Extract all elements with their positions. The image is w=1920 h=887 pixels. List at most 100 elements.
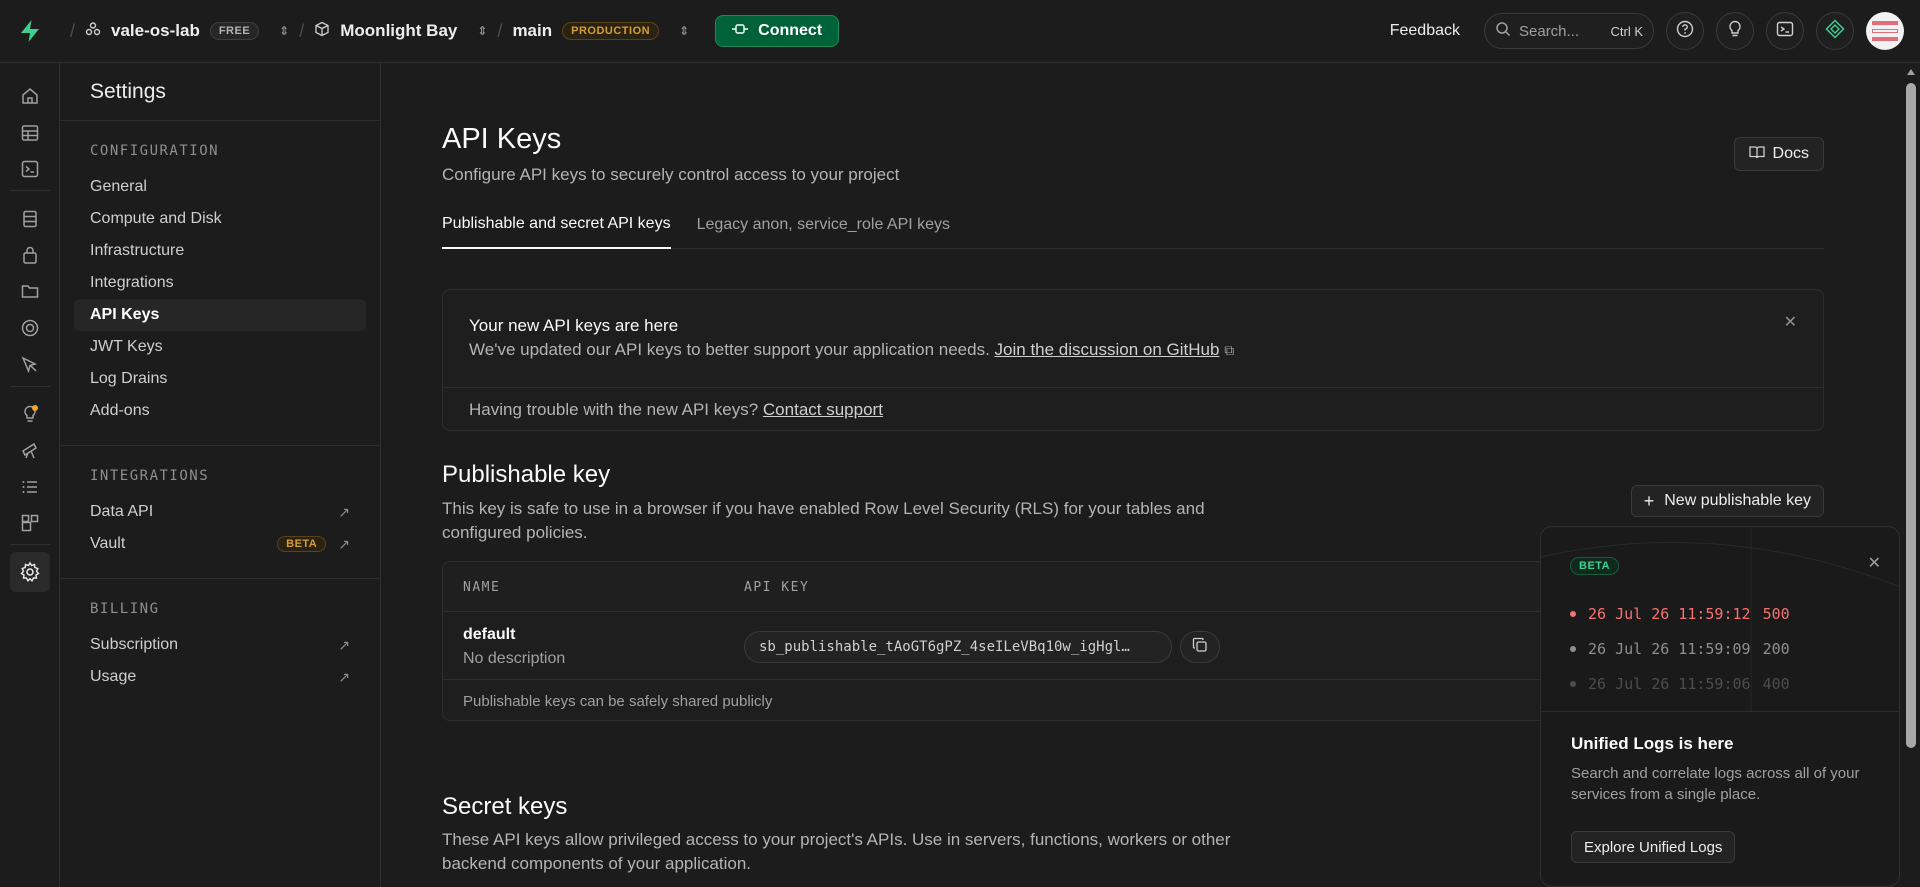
- sidebar-item-data-api[interactable]: Data API ↗: [74, 496, 366, 528]
- log-status: 200: [1762, 640, 1790, 658]
- notice-text: We've updated our API keys to better sup…: [469, 340, 1234, 360]
- sidebar-item-general[interactable]: General: [74, 171, 366, 203]
- book-icon: [1748, 145, 1765, 164]
- notice-body: We've updated our API keys to better sup…: [469, 340, 990, 359]
- column-header-name: NAME: [463, 580, 501, 595]
- new-api-keys-notice: Your new API keys are here We've updated…: [442, 289, 1824, 431]
- edge-functions-icon[interactable]: [10, 345, 50, 385]
- docs-button[interactable]: Docs: [1733, 137, 1824, 171]
- notice-footer: Having trouble with the new API keys? Co…: [469, 400, 883, 420]
- secret-keys-description: These API keys allow privileged access t…: [442, 830, 1231, 873]
- user-avatar[interactable]: [1866, 12, 1904, 50]
- scrollbar-thumb[interactable]: [1906, 83, 1916, 748]
- external-link-icon: ↗: [338, 535, 350, 552]
- sidebar-item-integrations[interactable]: Integrations: [74, 267, 366, 299]
- new-publishable-key-button[interactable]: + New publishable key: [1630, 485, 1824, 517]
- feedback-button[interactable]: Feedback: [1390, 22, 1460, 40]
- page-subtitle: Configure API keys to securely control a…: [442, 165, 900, 184]
- sidebar-item-label: Data API: [90, 503, 154, 520]
- scroll-up-arrow-icon[interactable]: [1907, 69, 1915, 75]
- sidebar-group-configuration: CONFIGURATION General Compute and Disk I…: [60, 121, 380, 446]
- log-line: 26 Jul 26 11:59:12 500: [1570, 605, 1790, 623]
- contact-support-link[interactable]: Contact support: [763, 400, 883, 419]
- tab-legacy-keys[interactable]: Legacy anon, service_role API keys: [697, 201, 950, 249]
- plug-icon: [732, 22, 749, 40]
- settings-sidebar: Settings CONFIGURATION General Compute a…: [60, 63, 381, 887]
- assistant-button[interactable]: [1816, 12, 1854, 50]
- log-status-dot: [1570, 611, 1576, 617]
- help-button[interactable]: [1666, 12, 1704, 50]
- api-keys-tabs: Publishable and secret API keys Legacy a…: [442, 201, 1824, 249]
- supabase-logo[interactable]: [0, 0, 60, 63]
- close-icon[interactable]: ✕: [1868, 553, 1881, 573]
- external-link-icon: ↗: [338, 636, 350, 653]
- new-publishable-key-label: New publishable key: [1664, 492, 1811, 509]
- key-name: default: [463, 626, 516, 643]
- sidebar-item-label: Usage: [90, 668, 137, 685]
- chevron-updown-icon: ⇕: [477, 24, 488, 38]
- sidebar-group-integrations: INTEGRATIONS Data API ↗ Vault BETA ↗: [60, 446, 380, 579]
- popup-divider: [1541, 711, 1899, 712]
- observability-icon[interactable]: [10, 430, 50, 470]
- whats-new-button[interactable]: [1716, 12, 1754, 50]
- log-line: 26 Jul 26 11:59:09 200: [1570, 640, 1790, 658]
- scrollbar[interactable]: [1902, 63, 1920, 887]
- log-line: 26 Jul 26 11:59:06 400: [1570, 675, 1790, 693]
- notice-footer-text: Having trouble with the new API keys?: [469, 400, 759, 419]
- chevron-updown-icon: ⇕: [279, 24, 290, 38]
- org-selector[interactable]: vale-os-lab FREE ⇕: [85, 21, 289, 42]
- log-status-dot: [1570, 681, 1576, 687]
- realtime-icon[interactable]: [10, 308, 50, 348]
- storage-icon[interactable]: [10, 271, 50, 311]
- close-icon[interactable]: ✕: [1784, 312, 1797, 332]
- rail-divider: [10, 544, 50, 545]
- log-status-dot: [1570, 646, 1576, 652]
- integrations-icon[interactable]: [10, 503, 50, 543]
- logs-icon[interactable]: [10, 467, 50, 507]
- connect-button[interactable]: Connect: [715, 15, 840, 47]
- top-bar: / vale-os-lab FREE ⇕ / Moonlight Bay ⇕ /…: [0, 0, 1920, 63]
- project-name: Moonlight Bay: [340, 21, 458, 40]
- search-icon: [1495, 21, 1511, 41]
- sidebar-item-subscription[interactable]: Subscription ↗: [74, 629, 366, 661]
- external-link-icon: ↗: [338, 668, 350, 685]
- help-icon: [1676, 20, 1694, 43]
- terminal-button[interactable]: [1766, 12, 1804, 50]
- table-editor-icon[interactable]: [10, 113, 50, 153]
- sidebar-item-compute-and-disk[interactable]: Compute and Disk: [74, 203, 366, 235]
- external-link-icon: ⧉: [1224, 342, 1235, 358]
- lightbulb-icon: [1727, 20, 1743, 43]
- advisors-icon[interactable]: [10, 394, 50, 434]
- sidebar-item-add-ons[interactable]: Add-ons: [74, 395, 366, 427]
- log-time: 26 Jul 26 11:59:06: [1588, 675, 1751, 693]
- sidebar-item-infrastructure[interactable]: Infrastructure: [74, 235, 366, 267]
- sidebar-item-vault[interactable]: Vault BETA ↗: [74, 528, 366, 560]
- copy-button[interactable]: [1180, 631, 1220, 663]
- sidebar-item-log-drains[interactable]: Log Drains: [74, 363, 366, 395]
- external-link-icon: ↗: [338, 503, 350, 520]
- settings-icon[interactable]: [10, 552, 50, 592]
- sql-editor-icon[interactable]: [10, 149, 50, 189]
- log-status: 400: [1762, 675, 1790, 693]
- page-title: API Keys: [442, 123, 562, 155]
- topbar-actions: Feedback Search... Ctrl K: [1390, 12, 1920, 50]
- tab-publishable-secret[interactable]: Publishable and secret API keys: [442, 201, 671, 249]
- sidebar-item-usage[interactable]: Usage ↗: [74, 661, 366, 693]
- sidebar-item-api-keys[interactable]: API Keys: [74, 299, 366, 331]
- breadcrumb-separator: /: [497, 20, 503, 41]
- project-selector[interactable]: Moonlight Bay ⇕: [314, 21, 487, 42]
- sidebar-item-jwt-keys[interactable]: JWT Keys: [74, 331, 366, 363]
- key-description: No description: [463, 650, 566, 667]
- database-icon[interactable]: [10, 199, 50, 239]
- github-discussion-link[interactable]: Join the discussion on GitHub: [995, 340, 1220, 359]
- assistant-icon: [1825, 18, 1845, 44]
- auth-icon[interactable]: [10, 235, 50, 275]
- search-button[interactable]: Search... Ctrl K: [1484, 13, 1654, 49]
- beta-badge: BETA: [277, 536, 327, 552]
- branch-env-badge: PRODUCTION: [562, 22, 660, 40]
- explore-unified-logs-button[interactable]: Explore Unified Logs: [1571, 831, 1736, 863]
- branch-selector[interactable]: main PRODUCTION ⇕: [512, 21, 689, 41]
- api-key-value[interactable]: sb_publishable_tAoGT6gPZ_4seILeVBq10w_ig…: [744, 631, 1172, 663]
- home-icon[interactable]: [10, 76, 50, 116]
- sidebar-group-billing: BILLING Subscription ↗ Usage ↗: [60, 579, 380, 711]
